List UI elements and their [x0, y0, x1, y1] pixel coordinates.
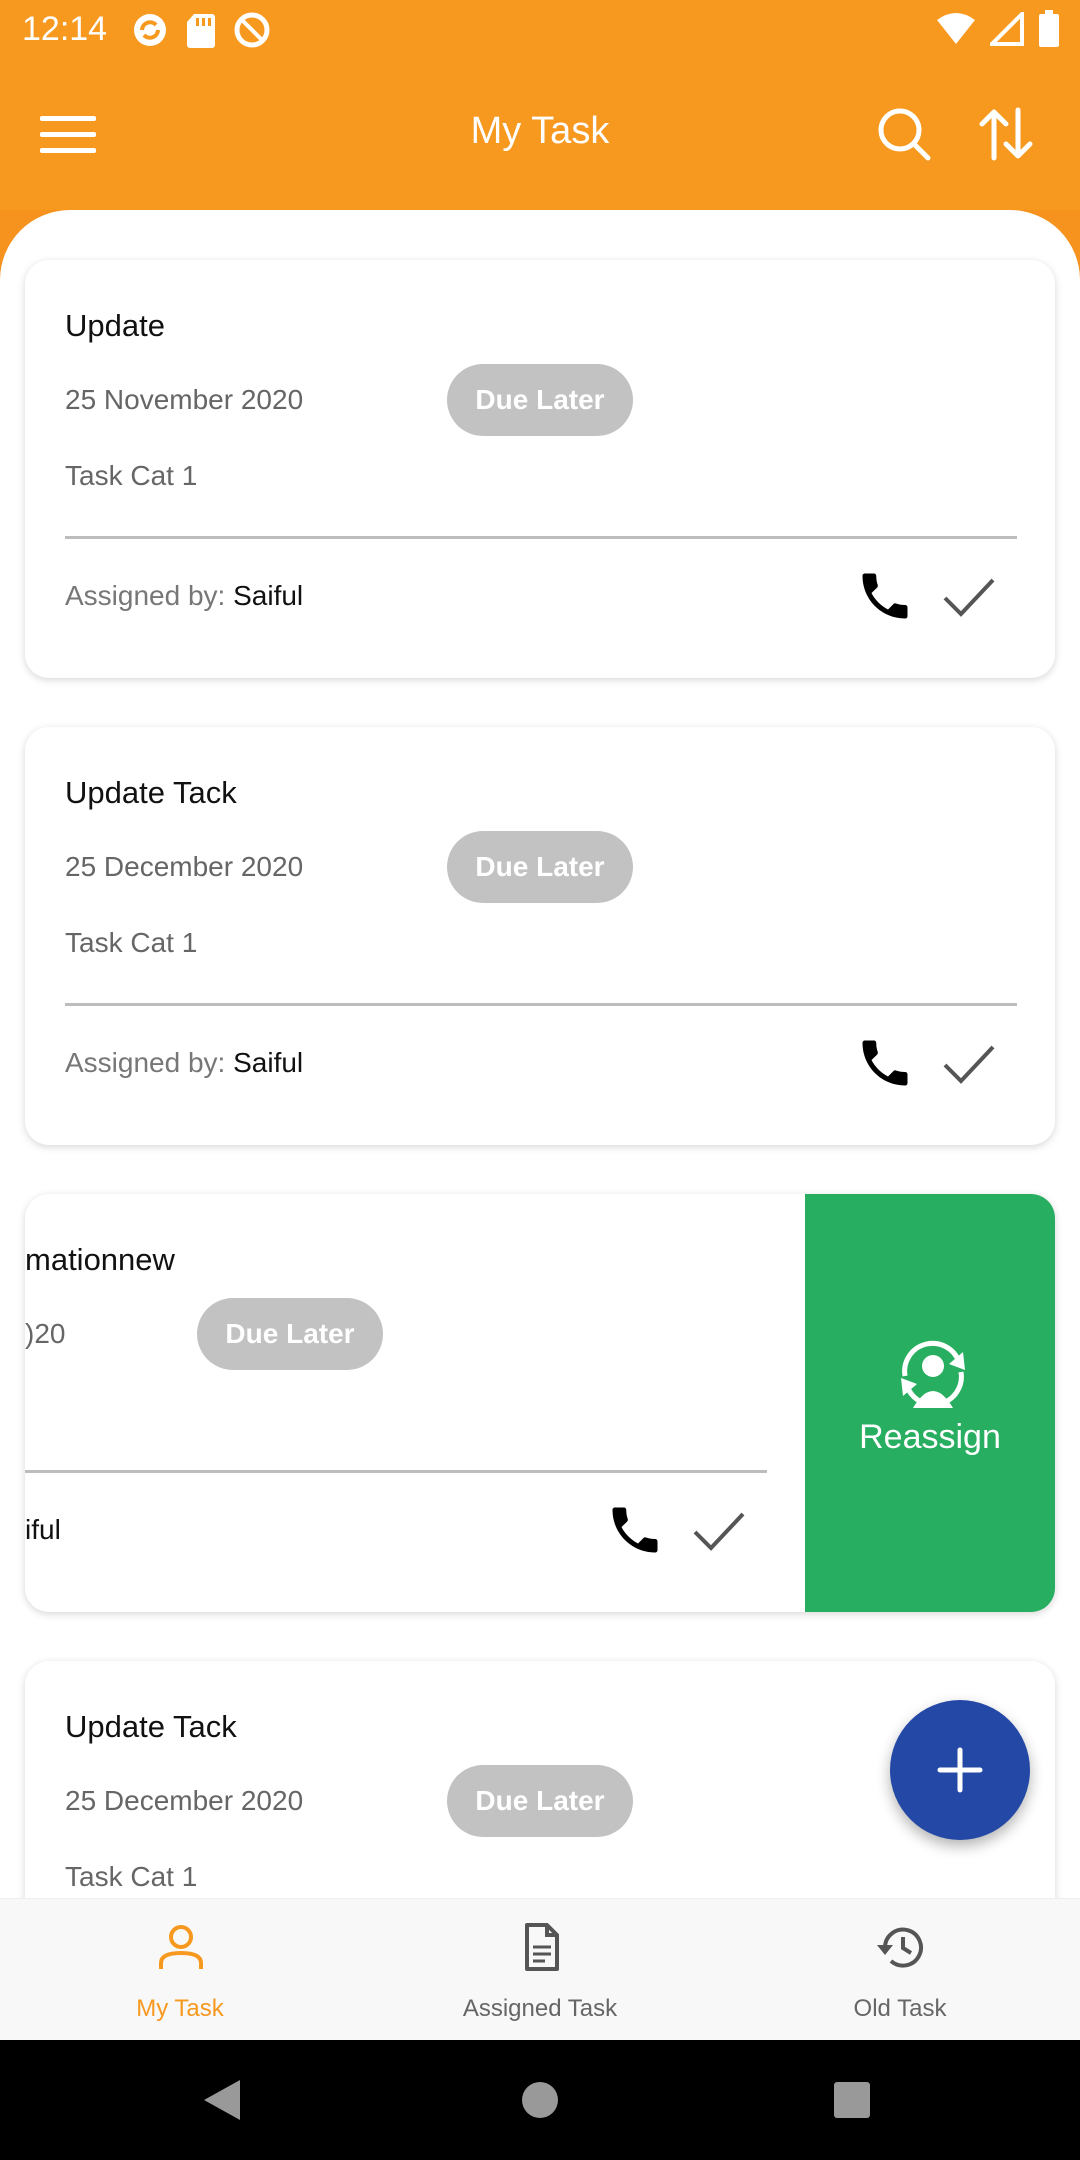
person-icon: [159, 1925, 203, 1969]
check-icon: [943, 578, 995, 617]
nav-assigned-task[interactable]: Assigned Task: [360, 1899, 720, 2041]
search-button[interactable]: [876, 106, 932, 162]
status-time: 12:14: [22, 10, 108, 48]
task-title: Update: [65, 308, 165, 343]
sync-icon: [134, 14, 166, 46]
plus-icon: [937, 1747, 983, 1793]
call-button[interactable]: [605, 1500, 665, 1560]
task-category: Task Cat 1: [65, 1861, 198, 1892]
battery-icon: [1039, 10, 1059, 47]
task-list: Update 25 November 2020 Due Later Task C…: [0, 210, 1080, 1900]
system-status-icons: [936, 10, 1060, 48]
status-bar: 12:14: [0, 0, 1080, 60]
assigned-by: Assigned by: Saiful: [65, 580, 303, 612]
nav-old-task[interactable]: Old Task: [720, 1899, 1080, 2041]
add-task-button[interactable]: [890, 1700, 1030, 1840]
document-icon: [525, 1923, 559, 1971]
assigned-by-label: Assigned by:: [65, 580, 234, 611]
task-date: 25 December 2020: [65, 1785, 304, 1816]
status-badge: Due Later: [447, 831, 633, 903]
assigned-by-name: iful: [25, 1514, 61, 1545]
task-date: 25 December 2020: [65, 851, 304, 882]
sd-card-icon: [187, 14, 215, 48]
divider: [65, 1003, 1017, 1006]
assigned-by-name: Saiful: [233, 1047, 304, 1078]
assigned-by: Assigned by: Saiful: [65, 1047, 303, 1079]
nav-label: My Task: [136, 1995, 224, 2022]
sort-icon: [979, 107, 1033, 161]
task-title-text: mationnew: [25, 1242, 175, 1277]
reassign-button[interactable]: Reassign: [805, 1194, 1055, 1612]
task-card-swiped[interactable]: mationnew )20 Due Later iful Reassign: [25, 1194, 1055, 1612]
no-disturb-icon: [234, 12, 270, 48]
task-card[interactable]: Update 25 November 2020 Due Later Task C…: [25, 260, 1055, 678]
task-title: Update Tack: [65, 1709, 237, 1744]
divider: [65, 536, 1017, 539]
nav-label: Old Task: [853, 1995, 947, 2022]
assigned-by: iful: [25, 1514, 61, 1546]
check-icon: [693, 1512, 745, 1551]
task-date: 25 November 2020: [65, 384, 304, 415]
call-button[interactable]: [855, 1033, 915, 1093]
nav-my-task[interactable]: My Task: [0, 1899, 360, 2041]
complete-button[interactable]: [941, 570, 997, 622]
reassign-icon: [901, 1340, 965, 1408]
status-badge: Due Later: [447, 1765, 633, 1837]
complete-button[interactable]: [941, 1037, 997, 1089]
phone-icon: [612, 1507, 658, 1553]
status-badge: Due Later: [447, 364, 633, 436]
recents-button[interactable]: [834, 2082, 870, 2118]
task-category: Task Cat 1: [65, 460, 198, 491]
bottom-navigation: My Task Assigned Task Old Task: [0, 1898, 1080, 2040]
status-badge: Due Later: [197, 1298, 383, 1370]
notification-icons: [130, 10, 272, 50]
wifi-icon: [937, 13, 975, 44]
history-icon: [877, 1927, 923, 1968]
app-bar: My Task: [0, 60, 1080, 210]
call-button[interactable]: [855, 566, 915, 626]
assigned-by-label: Assigned by:: [65, 1047, 234, 1078]
sort-button[interactable]: [976, 104, 1036, 164]
reassign-label: Reassign: [859, 1418, 1001, 1456]
task-category: Task Cat 1: [65, 927, 198, 958]
divider: [25, 1470, 767, 1473]
nav-label: Assigned Task: [462, 1995, 618, 2022]
phone-icon: [862, 573, 908, 619]
home-button[interactable]: [522, 2082, 558, 2118]
task-date: )20: [25, 1318, 66, 1349]
assigned-by-name: Saiful: [233, 580, 304, 611]
phone-icon: [862, 1040, 908, 1086]
task-title: Update Tack: [65, 775, 237, 810]
signal-icon: [990, 12, 1024, 46]
back-icon[interactable]: [202, 2078, 242, 2122]
task-card[interactable]: Update Tack 25 December 2020 Due Later T…: [25, 727, 1055, 1145]
system-navigation: [0, 2040, 1080, 2160]
search-icon: [878, 108, 931, 161]
check-icon: [943, 1045, 995, 1084]
complete-button[interactable]: [691, 1504, 747, 1556]
